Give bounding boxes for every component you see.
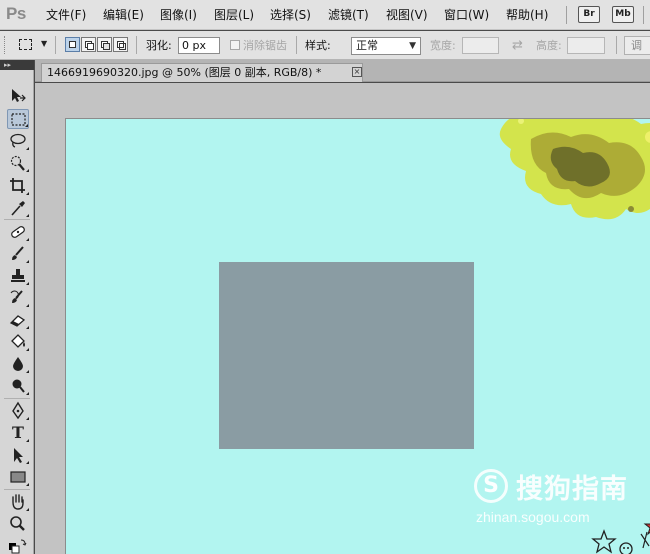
crop-tool[interactable] (7, 176, 29, 196)
clone-stamp-tool[interactable] (7, 266, 29, 286)
quick-selection-tool[interactable] (7, 153, 29, 173)
chevron-down-icon: ▼ (409, 41, 416, 51)
lasso-tool[interactable] (7, 131, 29, 151)
document-tab-strip: 1466919690320.jpg @ 50% (图层 0 副本, RGB/8)… (35, 60, 650, 82)
watermark-url: zhinan.sogou.com (476, 509, 590, 525)
marquee-icon (11, 113, 26, 126)
menu-edit[interactable]: 编辑(E) (103, 0, 144, 30)
menu-separator (566, 6, 567, 24)
options-separator (616, 36, 617, 54)
color-swatches[interactable] (7, 536, 29, 554)
options-grip (4, 36, 7, 54)
sogou-logo-icon: S (474, 469, 508, 503)
antialias-checkbox[interactable] (230, 40, 240, 50)
sogou-watermark: S 搜狗指南 zhinan.sogou.com (470, 465, 650, 535)
photoshop-logo: Ps (6, 4, 26, 23)
options-separator (296, 36, 297, 54)
add-to-selection-button[interactable] (81, 37, 96, 52)
eyedropper-tool[interactable] (7, 198, 29, 218)
path-selection-tool[interactable] (7, 445, 29, 465)
subtract-from-selection-button[interactable] (97, 37, 112, 52)
feather-label: 羽化: (146, 39, 172, 52)
options-separator (55, 36, 56, 54)
menu-filter[interactable]: 滤镜(T) (328, 0, 369, 30)
toolbox-separator (4, 398, 30, 399)
rectangular-marquee-tool[interactable] (7, 109, 29, 129)
style-select-value: 正常 (356, 39, 378, 52)
tool-preset-marquee-icon[interactable] (19, 39, 32, 50)
filled-selection-rectangle[interactable] (219, 262, 474, 449)
menu-layer[interactable]: 图层(L) (214, 0, 254, 30)
spot-healing-brush-tool[interactable] (7, 222, 29, 242)
tool-preset-dropdown-icon[interactable]: ▼ (41, 39, 47, 48)
toolbox: ▸▸ T (0, 60, 34, 554)
pen-tool[interactable] (7, 401, 29, 421)
close-icon[interactable]: × (352, 67, 362, 77)
brush-tool[interactable] (7, 244, 29, 264)
watercolor-splash-image (499, 119, 650, 220)
foreground-background-colors-icon (9, 539, 27, 554)
options-separator (136, 36, 137, 54)
type-icon: T (12, 423, 24, 442)
document-tab[interactable]: 1466919690320.jpg @ 50% (图层 0 副本, RGB/8)… (41, 63, 363, 82)
history-brush-tool[interactable] (7, 288, 29, 308)
intersect-selection-button[interactable] (113, 37, 128, 52)
refine-edge-button[interactable]: 调 (624, 36, 650, 55)
magnifier-icon (10, 516, 25, 531)
blur-tool[interactable] (7, 354, 29, 374)
document-tab-title: 1466919690320.jpg @ 50% (图层 0 副本, RGB/8)… (47, 66, 322, 79)
bridge-button[interactable]: Br (578, 6, 600, 23)
move-tool[interactable] (7, 86, 29, 106)
toolbox-separator (4, 219, 30, 220)
menu-image[interactable]: 图像(I) (160, 0, 197, 30)
menu-file[interactable]: 文件(F) (46, 0, 86, 30)
swap-dimensions-icon[interactable]: ⇄ (512, 31, 523, 60)
width-label: 宽度: (430, 39, 456, 52)
options-bar: ▼ 羽化: 0 px 消除锯齿 样式: 正常 ▼ 宽度: ⇄ 高度: 调 (0, 31, 650, 60)
rectangle-tool[interactable] (7, 467, 29, 487)
eraser-tool[interactable] (7, 310, 29, 330)
menu-view[interactable]: 视图(V) (386, 0, 428, 30)
mini-bridge-button[interactable]: Mb (612, 6, 634, 23)
menu-select[interactable]: 选择(S) (270, 0, 311, 30)
dodge-tool[interactable] (7, 376, 29, 396)
toolbox-header[interactable]: ▸▸ (0, 60, 34, 70)
toolbox-separator (4, 489, 30, 490)
height-input[interactable] (567, 37, 605, 54)
watermark-text: 搜狗指南 (516, 474, 628, 505)
zoom-tool[interactable] (7, 514, 29, 534)
feather-input[interactable]: 0 px (178, 37, 220, 54)
antialias-label: 消除锯齿 (243, 39, 287, 52)
move-icon (12, 89, 26, 102)
new-selection-button[interactable] (65, 37, 80, 52)
paint-bucket-tool[interactable] (7, 332, 29, 352)
style-select[interactable]: 正常 ▼ (351, 37, 421, 55)
height-label: 高度: (536, 39, 562, 52)
style-label: 样式: (305, 39, 331, 52)
width-input[interactable] (462, 37, 499, 54)
menu-separator (643, 6, 644, 24)
type-tool[interactable]: T (7, 423, 29, 443)
hand-tool[interactable] (7, 492, 29, 512)
menu-help[interactable]: 帮助(H) (506, 0, 548, 30)
menu-bar: Ps 文件(F) 编辑(E) 图像(I) 图层(L) 选择(S) 滤镜(T) 视… (0, 0, 650, 30)
menu-window[interactable]: 窗口(W) (444, 0, 489, 30)
